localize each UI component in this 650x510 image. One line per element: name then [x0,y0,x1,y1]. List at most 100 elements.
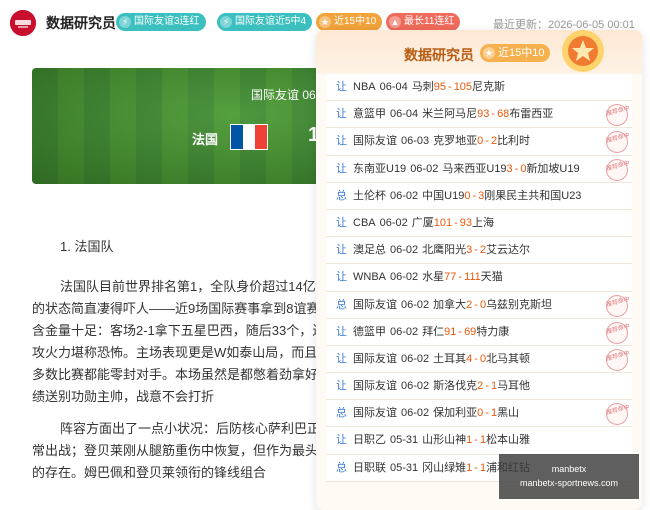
record-league: 国际友谊 [353,298,397,311]
record-kind: 总 [336,461,347,474]
record-league: CBA [353,216,376,229]
match-title: 国际友谊 06 [251,88,316,102]
hit-stamp-icon: 推荐命中 [603,292,631,319]
record-kind: 让 [336,216,347,229]
hit-stamp-icon: 推荐命中 [603,101,631,129]
record-league: 日职联 [353,461,386,474]
author-name[interactable]: 数据研究员 [46,13,116,33]
popup-title: 数据研究员 [404,47,474,63]
record-away-team: 尼克斯 [472,81,506,93]
record-league: 澳足总 [353,244,386,257]
record-home-score: 1 [466,434,473,447]
record-away-team: 新加坡U19 [526,162,580,175]
streak-tag-label: 近15中10 [334,16,377,27]
list-item[interactable]: 让国际友谊 06-03 克罗地亚0-2比利时 推荐命中 [326,128,632,156]
record-home-score: 91 [444,325,457,338]
record-home-score: 0 [464,189,471,202]
list-item[interactable]: 让 NBA 06-04 马刺95-105尼克斯 [326,74,632,102]
popup-badge-label: 近15中10 [498,47,545,59]
score-dash: - [472,189,477,202]
record-kind: 让 [336,271,347,284]
record-league: 东南亚U19 [353,162,407,175]
popup-badge: ★ 近15中10 [480,44,551,62]
watermark-line: manbetx-sportnews.com [519,478,619,488]
record-home-score: 1 [466,461,473,474]
streak-tag-1: ⚡ 国际友谊3连红 [116,13,206,31]
record-kind: 让 [336,135,347,148]
star-icon: ★ [483,47,495,59]
record-league: 日职乙 [353,434,386,447]
record-date: 06-02 [390,271,419,284]
record-away-team: 黑山 [497,407,520,420]
list-item[interactable]: 让澳足总 06-02 北鹰阳光3-2艾云达尔 [326,237,632,265]
record-away-team: 马耳他 [497,380,531,393]
list-item[interactable]: 总国际友谊 06-02 保加利亚0-1黑山 推荐命中 [326,400,632,428]
watermark-line: manbetx [551,464,587,474]
record-date: 06-04 [390,108,419,121]
lightning-icon: ⚡ [119,16,131,28]
record-home-score: 3 [506,162,513,175]
record-kind: 总 [336,298,347,311]
hit-stamp-icon: 推荐命中 [603,156,631,184]
list-item[interactable]: 让意篮甲 06-04 米兰阿马尼93-68布雷西亚 推荐命中 [326,101,632,129]
record-date: 06-02 [401,380,430,393]
record-away-team: 天猫 [480,271,503,284]
record-kind: 让 [336,162,347,175]
paragraph: 法国队目前世界排名第1，全队身价超过14亿年的状态简直凄得吓人——近9场国际赛事… [32,279,332,404]
score-dash: - [491,108,496,121]
score-dash: - [485,380,489,393]
score-dash: - [474,298,478,311]
record-away-team: 特力康 [476,325,510,338]
record-away-team: 布雷西亚 [509,108,554,121]
score-dash: - [474,434,478,447]
record-kind: 让 [336,380,347,393]
record-kind: 总 [336,407,347,420]
record-home-team: 冈山绿雉 [422,461,467,474]
record-date: 06-02 [390,325,419,338]
home-team-name: 法国 [192,132,219,147]
record-home-score: 95 [433,81,447,93]
record-home-score: 2 [466,298,473,311]
record-home-score: 93 [477,108,490,121]
hit-stamp-icon: 推荐命中 [603,346,631,374]
record-kind: 让 [336,108,347,121]
score-dash: - [458,325,463,338]
record-away-team: 北马其顿 [486,352,531,365]
popup-header: 数据研究员 ★ 近15中10 [316,30,642,74]
score-dash: - [514,162,519,175]
list-item[interactable]: 让日职乙 05-31 山形山神1-1松本山雅 [326,427,632,455]
list-item[interactable]: 让国际友谊 06-02 土耳其4-0北马其顿 推荐命中 [326,345,632,374]
record-home-score: 4 [466,352,473,365]
record-home-score: 101 [433,216,453,229]
record-away-team: 上海 [472,216,495,229]
record-league: 土伦杯 [353,189,386,202]
lightning-icon: ⚡ [220,16,232,28]
record-league: 意篮甲 [353,108,386,121]
record-list: 让 NBA 06-04 马刺95-105尼克斯让意篮甲 06-04 米兰阿马尼93-68布… [326,74,632,482]
record-kind: 让 [336,81,347,93]
list-item[interactable]: 让 CBA 06-02 广厦101-93上海 [326,209,632,238]
record-date: 06-02 [379,216,408,229]
streak-tag-label: 最长11连红 [404,16,455,27]
list-item[interactable]: 让国际友谊 06-02 斯洛伐克2-1马耳他 [326,373,632,401]
record-date: 06-03 [401,135,430,148]
record-league: 国际友谊 [353,407,397,420]
list-item[interactable]: 让德篮甲 06-02 拜仁91-69特力康 推荐命中 [326,318,632,347]
site-logo[interactable] [10,10,36,36]
list-item[interactable]: 让 WNBA 06-02 水星77-111天猫 [326,264,632,292]
record-kind: 让 [336,244,347,257]
record-home-score: 77 [444,271,457,284]
record-home-team: 米兰阿马尼 [422,108,478,121]
fire-icon: ▲ [389,16,401,28]
record-date: 06-02 [390,189,419,202]
record-date: 05-31 [390,434,419,447]
list-item[interactable]: 总国际友谊 06-02 加拿大2-0乌兹别克斯坦 推荐命中 [326,291,632,319]
record-home-score: 2 [477,380,484,393]
record-home-team: 马刺 [411,81,434,93]
list-item[interactable]: 让东南亚U19 06-02 马来西亚U193-0新加坡U19 推荐命中 [326,155,632,184]
record-away-team: 艾云达尔 [486,244,531,257]
record-date: 05-31 [390,461,419,474]
list-item[interactable]: 总土伦杯 06-02 中国U190-3刚果民主共和国U23 [326,182,632,210]
record-date: 06-02 [401,298,430,311]
streak-tag-label: 国际友谊近5中4 [235,16,307,27]
